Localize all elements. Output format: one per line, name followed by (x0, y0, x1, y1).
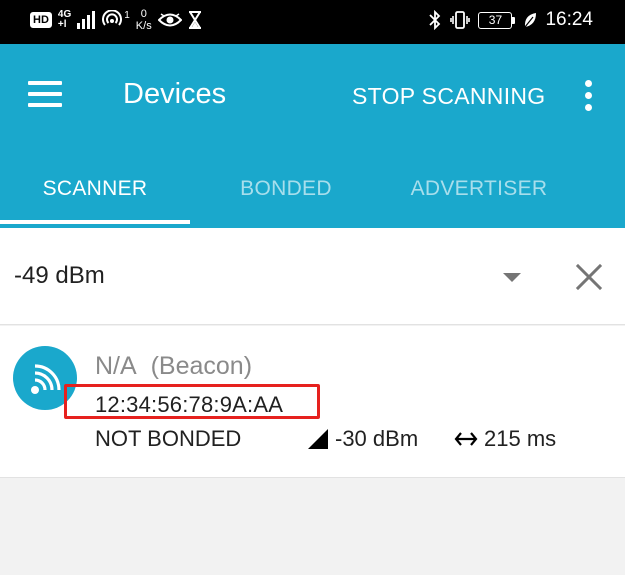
tab-bar: SCANNER BONDED ADVERTISER (0, 154, 625, 228)
interval-value: 215 ms (484, 426, 557, 451)
close-icon[interactable] (574, 262, 604, 292)
active-tab-indicator (0, 220, 190, 224)
status-left-group: HD 4G +l 1 0 K/s (30, 6, 202, 34)
network-type: 4G +l (58, 10, 71, 30)
tab-scanner[interactable]: SCANNER (0, 154, 190, 224)
rssi-filter-value[interactable]: -49 dBm (14, 262, 105, 290)
hourglass-icon (188, 11, 201, 29)
battery-level: 37 (478, 11, 513, 29)
device-name-value: N/A (95, 352, 137, 380)
signal-strength-icon (308, 429, 328, 449)
rssi-value: -30 dBm (335, 426, 419, 451)
advertising-interval: 215 ms (454, 426, 556, 452)
tab-bonded[interactable]: BONDED (190, 154, 382, 224)
device-rssi: -30 dBm (307, 426, 418, 452)
overflow-menu-icon[interactable] (580, 78, 598, 112)
tab-advertiser[interactable]: ADVERTISER (382, 154, 576, 224)
leaf-icon (524, 13, 537, 28)
network-type-bottom: +l (57, 19, 67, 30)
speed-value: 0 (140, 8, 147, 20)
device-name: N/A (Beacon) (95, 352, 252, 381)
status-right-group: 37 16:24 (428, 6, 593, 34)
dropdown-arrow-icon[interactable] (503, 273, 521, 282)
device-address: 12:34:56:78:9A:AA (95, 392, 284, 417)
interval-arrows-icon (454, 432, 478, 446)
status-bar: HD 4G +l 1 0 K/s 37 16:24 (0, 0, 625, 44)
filter-bar: -49 dBm (0, 228, 625, 325)
hotspot-icon: 1 (101, 10, 130, 30)
signal-icon (77, 11, 96, 29)
bond-state: NOT BONDED (95, 426, 242, 451)
stop-scanning-button[interactable]: STOP SCANNING (352, 83, 545, 110)
speed-unit: K/s (135, 20, 152, 32)
device-type: (Beacon) (150, 352, 253, 380)
device-list-item[interactable]: N/A (Beacon) 12:34:56:78:9A:AA NOT BONDE… (0, 326, 625, 478)
clock: 16:24 (545, 9, 593, 30)
eye-icon (157, 13, 182, 27)
hotspot-count: 1 (124, 10, 130, 21)
network-speed: 0 K/s (136, 8, 152, 32)
battery-icon: 37 (478, 11, 516, 29)
app-bar: Devices STOP SCANNING SCANNER BONDED ADV… (0, 44, 625, 228)
page-title: Devices (123, 78, 227, 110)
hd-icon: HD (30, 12, 52, 28)
bluetooth-icon (429, 10, 441, 30)
vibrate-icon (450, 11, 471, 29)
hamburger-menu-icon[interactable] (28, 81, 62, 107)
